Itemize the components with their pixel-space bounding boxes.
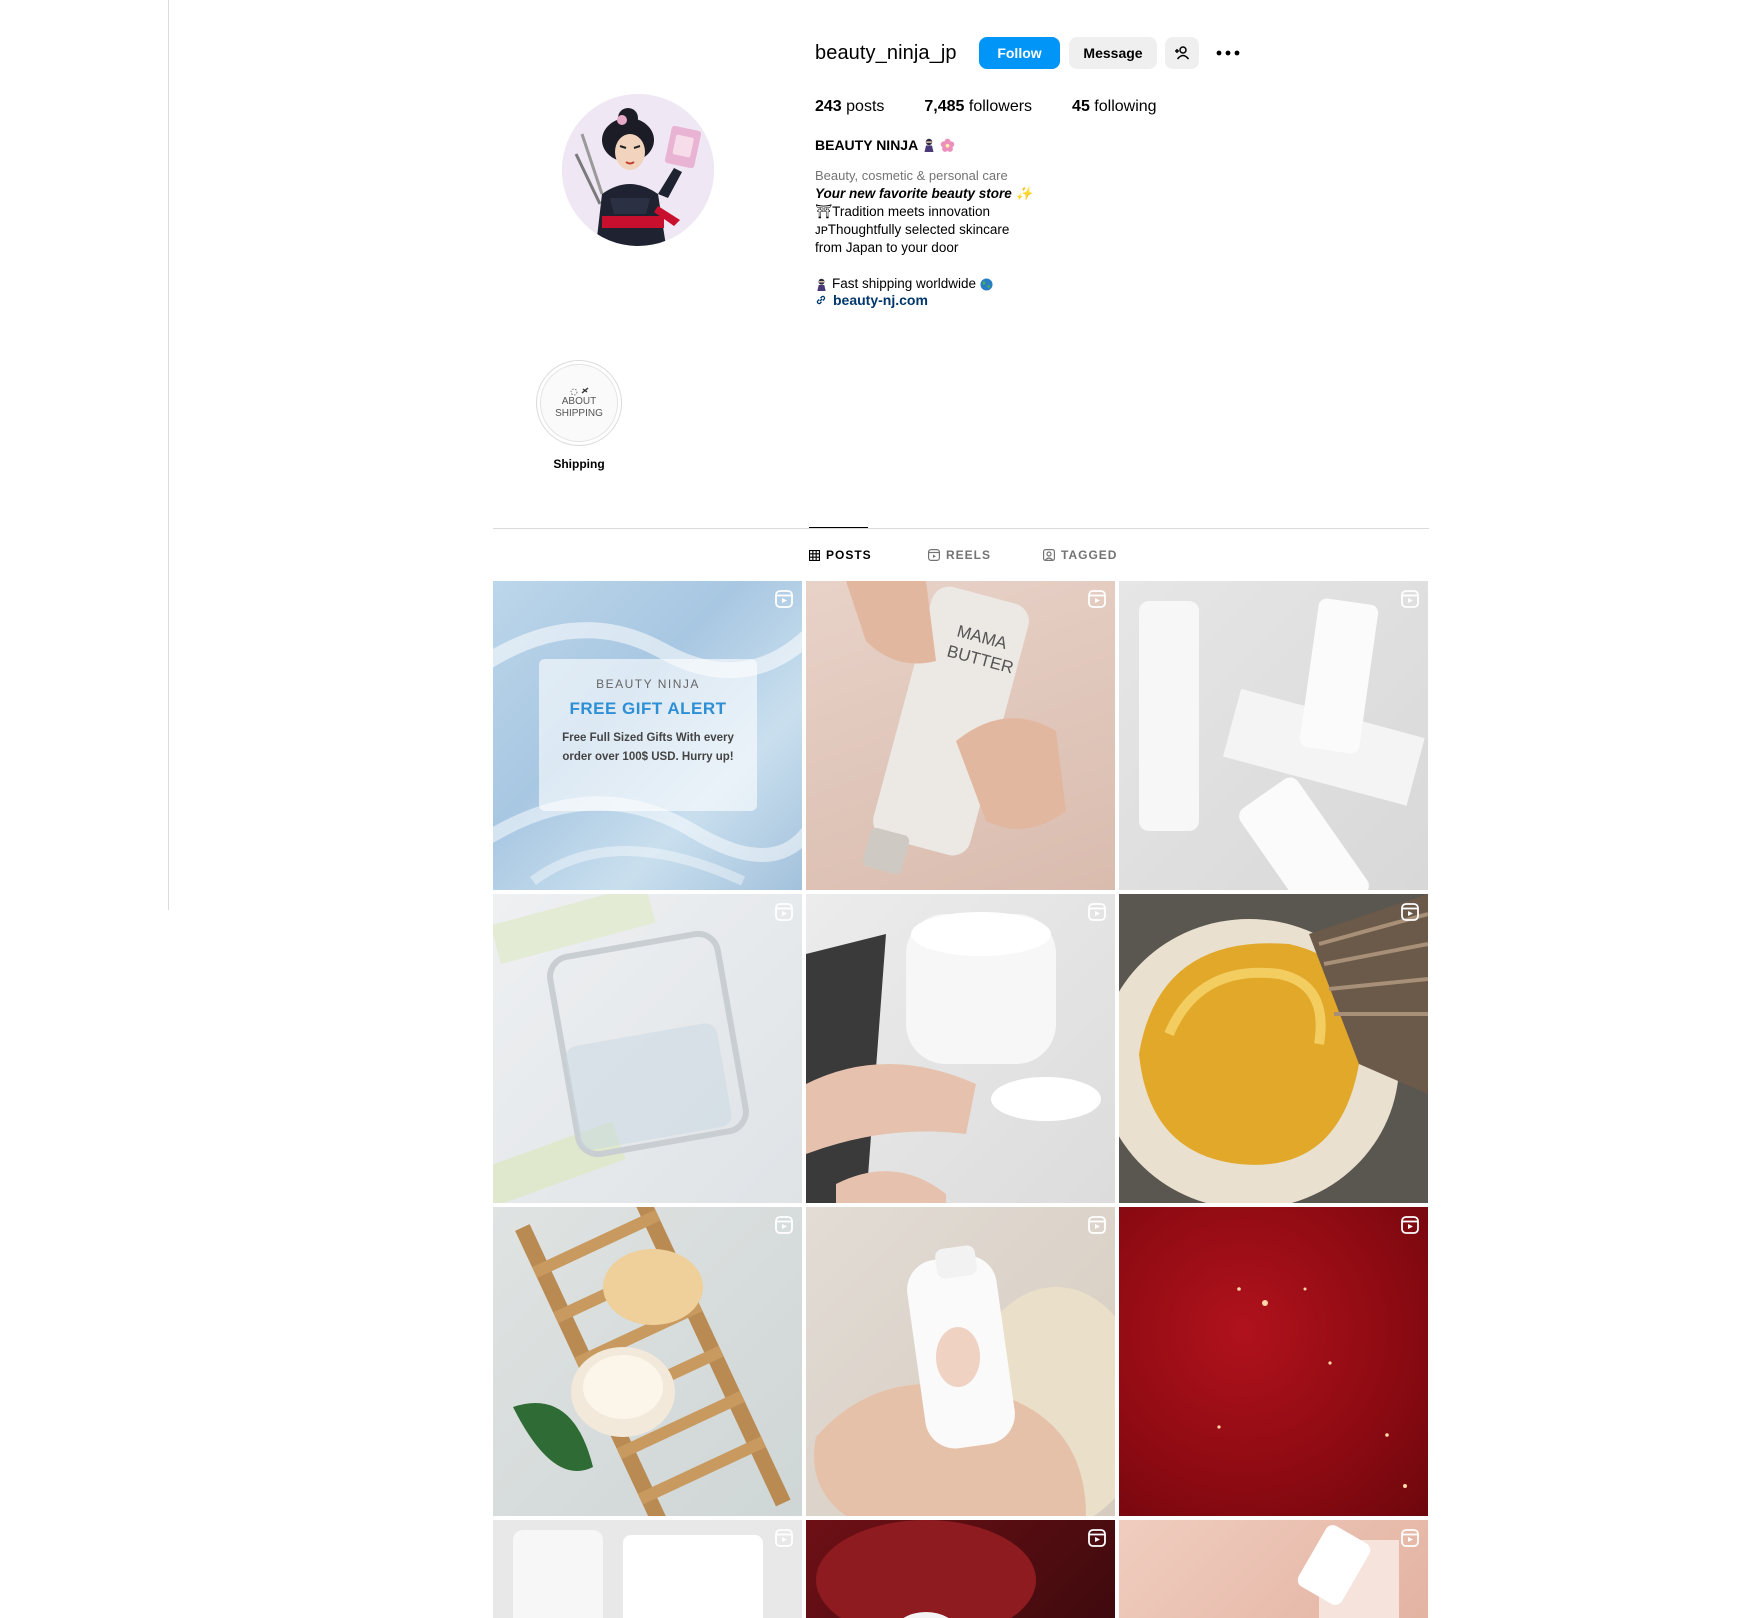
reel-icon — [775, 903, 793, 921]
posts-grid: BEAUTY NINJA FREE GIFT ALERT Free Full S… — [493, 581, 1429, 1618]
grid-icon — [809, 549, 820, 561]
cherry-blossom-icon — [940, 138, 955, 152]
post-tile[interactable] — [806, 1207, 1115, 1516]
post-tile[interactable] — [806, 894, 1115, 1203]
ninja-emoji-icon — [924, 138, 934, 152]
profile-bio: Your new favorite beauty store ✨ ⛩Tradit… — [815, 185, 1032, 293]
more-dots-icon — [1216, 50, 1240, 56]
promo-card: BEAUTY NINJA FREE GIFT ALERT Free Full S… — [539, 659, 757, 811]
tagged-icon — [1043, 549, 1055, 561]
reel-icon — [1088, 903, 1106, 921]
reel-icon — [1401, 903, 1419, 921]
story-highlight-shipping[interactable]: ABOUT SHIPPING — [536, 360, 622, 446]
tabs-divider — [493, 528, 1429, 529]
post-tile[interactable] — [493, 1207, 802, 1516]
globe-icon — [980, 277, 993, 291]
tab-reels[interactable]: REELS — [928, 548, 991, 562]
link-icon — [816, 295, 826, 305]
profile-username: beauty_ninja_jp — [815, 42, 957, 64]
promo-body: Free Full Sized Gifts With every order o… — [562, 732, 734, 763]
suggest-user-button[interactable] — [1165, 37, 1199, 69]
post-tile[interactable] — [493, 1520, 802, 1618]
airplane-icon — [570, 387, 589, 396]
more-options-button[interactable] — [1213, 37, 1243, 69]
reels-icon — [928, 549, 940, 561]
ninja-emoji-icon — [817, 278, 826, 291]
posts-stat: 243 posts — [815, 98, 885, 115]
promo-brand: BEAUTY NINJA — [596, 677, 700, 691]
reel-icon — [775, 590, 793, 608]
tab-tagged[interactable]: TAGGED — [1043, 548, 1117, 562]
reel-icon — [1088, 590, 1106, 608]
highlight-cover: ABOUT SHIPPING — [540, 364, 618, 442]
reel-icon — [1401, 1529, 1419, 1547]
profile-category: Beauty, cosmetic & personal care — [815, 168, 1008, 183]
post-tile[interactable] — [1119, 581, 1428, 890]
post-tile[interactable] — [493, 894, 802, 1203]
bio-line: ⛩Tradition meets innovation — [815, 204, 990, 219]
add-user-icon — [1175, 46, 1190, 60]
profile-link[interactable]: beauty-nj.com — [815, 292, 928, 308]
promo-title: FREE GIFT ALERT — [569, 699, 727, 718]
bio-line: from Japan to your door — [815, 240, 959, 255]
reel-icon — [1401, 1216, 1419, 1234]
post-tile[interactable]: BEAUTY NINJA FREE GIFT ALERT Free Full S… — [493, 581, 802, 890]
profile-avatar[interactable] — [562, 94, 714, 246]
reel-icon — [775, 1216, 793, 1234]
post-tile[interactable] — [806, 1520, 1115, 1618]
post-tile[interactable] — [1119, 894, 1428, 1203]
active-tab-indicator — [809, 527, 868, 528]
followers-stat[interactable]: 7,485 followers — [924, 98, 1032, 116]
reel-icon — [1088, 1529, 1106, 1547]
reel-icon — [1088, 1216, 1106, 1234]
message-button[interactable]: Message — [1069, 37, 1157, 69]
bio-line: Fast shipping worldwide — [815, 275, 1032, 293]
highlight-label: Shipping — [553, 457, 605, 471]
profile-full-name: BEAUTY NINJA — [815, 137, 955, 153]
follow-button[interactable]: Follow — [979, 37, 1060, 69]
following-stat[interactable]: 45 following — [1072, 98, 1157, 116]
tab-posts[interactable]: POSTS — [809, 548, 872, 562]
post-tile[interactable]: MAMA BUTTER — [806, 581, 1115, 890]
post-tile[interactable] — [1119, 1520, 1428, 1618]
bio-line: ᴊᴘThoughtfully selected skincare — [815, 222, 1010, 237]
reel-icon — [775, 1529, 793, 1547]
sidebar-divider — [168, 0, 169, 910]
profile-stats: 243 posts 7,485 followers 45 following — [815, 98, 1157, 116]
reel-icon — [1401, 590, 1419, 608]
post-tile[interactable] — [1119, 1207, 1428, 1516]
bio-tagline: Your new favorite beauty store ✨ — [815, 186, 1033, 201]
